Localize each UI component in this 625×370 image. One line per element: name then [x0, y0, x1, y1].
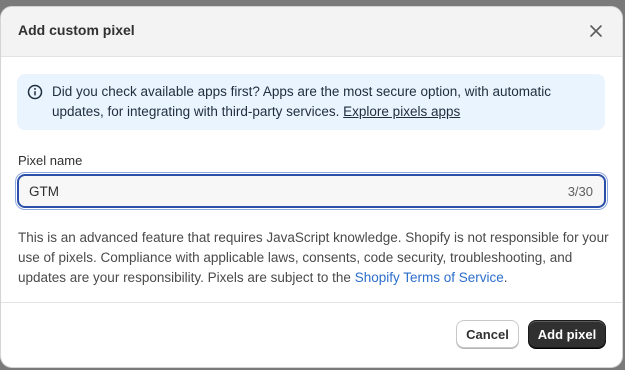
add-pixel-button[interactable]: Add pixel: [528, 320, 606, 348]
notice-text: This is an advanced feature that require…: [18, 230, 609, 285]
advanced-feature-notice: This is an advanced feature that require…: [18, 228, 610, 288]
notice-suffix: .: [503, 270, 508, 285]
close-icon[interactable]: [588, 23, 604, 39]
dialog-title: Add custom pixel: [18, 22, 135, 38]
explore-pixels-apps-link[interactable]: Explore pixels apps: [343, 104, 460, 119]
pixel-name-label: Pixel name: [18, 153, 83, 168]
add-custom-pixel-dialog: Add custom pixel Did you check available…: [0, 6, 623, 368]
footer-divider: [1, 302, 622, 303]
pixel-name-input[interactable]: [29, 176, 529, 206]
dialog-header: Add custom pixel: [1, 7, 622, 57]
pixel-name-field[interactable]: 3/30: [15, 172, 608, 210]
terms-of-service-link[interactable]: Shopify Terms of Service: [355, 270, 504, 285]
cancel-button[interactable]: Cancel: [456, 320, 519, 348]
info-banner: Did you check available apps first? Apps…: [17, 74, 605, 130]
info-banner-message: Did you check available apps first? Apps…: [52, 84, 552, 119]
info-banner-text: Did you check available apps first? Apps…: [52, 82, 592, 122]
info-icon: [27, 84, 43, 100]
character-counter: 3/30: [567, 184, 593, 199]
